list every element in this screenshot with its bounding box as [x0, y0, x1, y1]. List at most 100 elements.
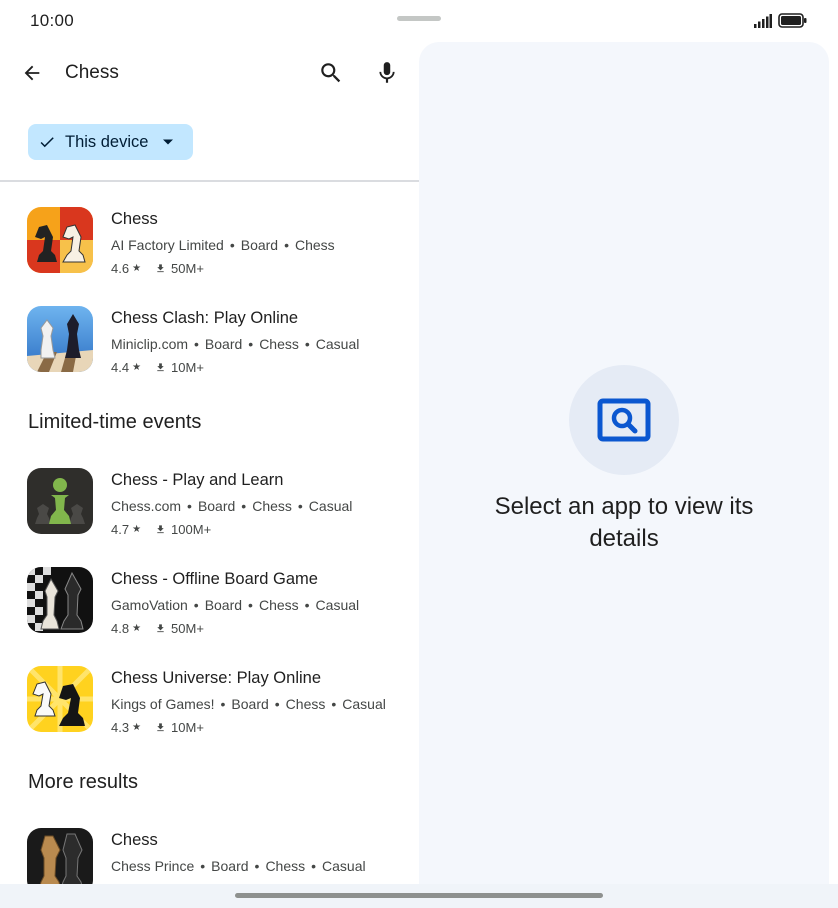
camera-pill: [397, 16, 441, 21]
app-title: Chess Universe: Play Online: [111, 669, 322, 687]
app-downloads: 100M+: [171, 522, 212, 537]
app-rating: 4.7: [111, 522, 130, 537]
download-icon: [155, 722, 166, 733]
star-icon: ★: [132, 362, 142, 373]
check-icon: [40, 137, 54, 148]
status-time: 10:00: [30, 11, 75, 30]
app-tag: Board: [197, 498, 236, 514]
app-tag: Board: [231, 696, 269, 712]
app-icon-chess-com: [27, 468, 93, 534]
download-icon: [155, 362, 166, 373]
app-meta: Miniclip.com • Board • Chess • Casual: [111, 336, 360, 352]
app-tag: Board: [240, 237, 279, 253]
filter-chip-this-device[interactable]: This device: [28, 124, 193, 160]
app-search-icon: [597, 398, 651, 442]
app-rating: 4.8: [111, 621, 130, 636]
section-title: More results: [28, 771, 139, 793]
app-rating: 4.4: [111, 360, 130, 375]
app-tag: Chess: [295, 237, 335, 253]
search-button[interactable]: [316, 58, 346, 88]
star-icon: ★: [132, 623, 142, 634]
app-developer: AI Factory Limited: [111, 237, 224, 253]
status-bar: 10:00: [0, 0, 838, 42]
app-result-chess-prince[interactable]: Chess Chess Prince • Board • Chess • Casual: [0, 803, 419, 884]
app-icon-chess-universe: [27, 666, 93, 732]
app-tag: Casual: [308, 498, 353, 514]
status-icons: [754, 13, 808, 28]
app-meta: Chess.com • Board • Chess • Casual: [111, 498, 353, 514]
app-tag: Chess: [259, 336, 299, 352]
search-icon: [321, 63, 341, 83]
app-icon-chess-prince: [27, 828, 93, 884]
app-developer: Miniclip.com: [111, 336, 189, 352]
empty-state-message: Select an app to view its details: [494, 493, 754, 552]
app-title: Chess: [111, 831, 158, 849]
app-developer: GamoVation: [111, 597, 188, 613]
app-tag: Chess: [265, 858, 306, 874]
empty-state-icon-circle: [569, 365, 679, 475]
search-bar: Chess: [0, 42, 419, 104]
gesture-handle[interactable]: [235, 893, 603, 898]
app-meta: GamoVation • Board • Chess • Casual: [111, 597, 360, 613]
navigation-bar: [0, 884, 838, 908]
download-icon: [155, 263, 166, 274]
app-stats: 4.4 ★ 10M+: [111, 360, 204, 375]
app-title: Chess: [111, 210, 158, 228]
app-tag: Board: [204, 597, 243, 613]
app-result-chess-clash[interactable]: Chess Clash: Play Online Miniclip.com • Bo…: [0, 281, 419, 380]
back-button[interactable]: [18, 59, 46, 87]
app-developer: Chess Prince: [111, 858, 195, 874]
app-tag: Casual: [342, 696, 386, 712]
app-rating: 4.6: [111, 261, 130, 276]
section-title: Limited-time events: [28, 411, 202, 433]
app-meta: AI Factory Limited • Board • Chess: [111, 237, 335, 253]
battery-icon: [778, 13, 807, 28]
app-result-chess-play-and-learn[interactable]: Chess - Play and Learn Chess.com • Board • C…: [0, 443, 419, 542]
signal-icon: [754, 13, 772, 28]
app-tag: Chess: [252, 498, 292, 514]
download-icon: [155, 524, 166, 535]
detail-pane: Select an app to view its details: [419, 42, 829, 884]
app-rating: 4.3: [111, 720, 130, 735]
app-icon-chess-knights: [27, 207, 93, 273]
app-icon-chess-offline: [27, 567, 93, 633]
star-icon: ★: [132, 524, 142, 535]
app-downloads: 50M+: [171, 261, 204, 276]
app-developer: Kings of Games!: [111, 696, 215, 712]
app-stats: 4.7 ★ 100M+: [111, 522, 211, 537]
arrow-back-icon: [24, 65, 40, 81]
app-result-chess-universe[interactable]: Chess Universe: Play Online Kings of Gam…: [0, 641, 419, 740]
section-header-limited-time: Limited-time events: [0, 380, 419, 443]
star-icon: ★: [132, 722, 142, 733]
app-title: Chess - Play and Learn: [111, 471, 284, 489]
app-stats: 4.8 ★ 50M+: [111, 621, 204, 636]
app-tag: Casual: [322, 858, 366, 874]
dropdown-caret-icon: [163, 139, 174, 145]
app-downloads: 50M+: [171, 621, 204, 636]
app-tag: Casual: [315, 597, 360, 613]
app-title: Chess - Offline Board Game: [111, 570, 318, 588]
app-result-chess-ai-factory[interactable]: Chess AI Factory Limited • Board • Chess 4.6…: [0, 182, 419, 281]
app-meta: Chess Prince • Board • Chess • Casual: [111, 858, 366, 874]
star-icon: ★: [132, 263, 142, 274]
app-icon-chess-clash: [27, 306, 93, 372]
app-tag: Board: [211, 858, 249, 874]
app-tag: Chess: [285, 696, 326, 712]
search-query[interactable]: Chess: [65, 62, 119, 84]
app-downloads: 10M+: [171, 360, 204, 375]
app-downloads: 10M+: [171, 720, 204, 735]
app-tag: Board: [204, 336, 243, 352]
download-icon: [155, 623, 166, 634]
filter-chip-label: This device: [65, 132, 149, 151]
app-stats: 4.3 ★ 10M+: [111, 720, 204, 735]
results-list: Chess AI Factory Limited • Board • Chess 4.6…: [0, 182, 419, 884]
app-tag: Chess: [258, 597, 299, 613]
app-meta: Kings of Games! • Board • Chess • Casual: [111, 696, 386, 712]
app-title: Chess Clash: Play Online: [111, 309, 299, 327]
app-stats: 4.6 ★ 50M+: [111, 261, 204, 276]
app-result-chess-offline[interactable]: Chess - Offline Board Game GamoVation • Bo…: [0, 542, 419, 641]
section-header-more-results: More results: [0, 740, 419, 803]
voice-search-button[interactable]: [372, 58, 402, 88]
results-pane: Chess This device Chess AI Factory Limit…: [0, 42, 419, 884]
mic-icon: [379, 62, 395, 83]
